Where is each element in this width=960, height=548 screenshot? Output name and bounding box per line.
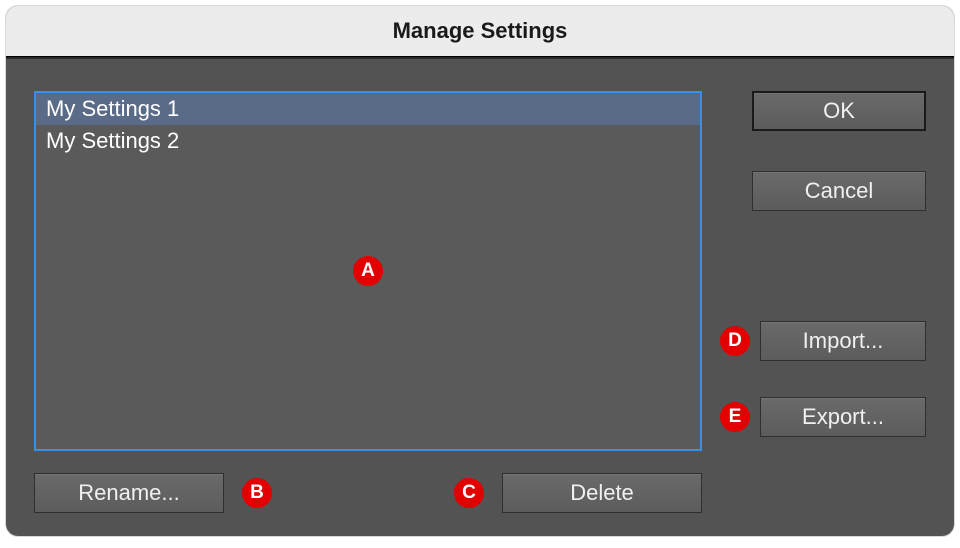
list-item[interactable]: My Settings 1 <box>36 93 700 125</box>
left-column: My Settings 1 My Settings 2 A Rename... … <box>34 91 702 513</box>
list-item[interactable]: My Settings 2 <box>36 125 700 157</box>
dialog-title: Manage Settings <box>6 6 954 57</box>
bottom-button-row: Rename... B C Delete <box>34 473 702 513</box>
rename-button[interactable]: Rename... <box>34 473 224 513</box>
dialog-body: My Settings 1 My Settings 2 A Rename... … <box>6 57 954 536</box>
annotation-badge-b: B <box>242 478 272 508</box>
settings-listbox[interactable]: My Settings 1 My Settings 2 A <box>34 91 702 451</box>
manage-settings-dialog: Manage Settings My Settings 1 My Setting… <box>6 6 954 536</box>
export-button[interactable]: Export... <box>760 397 926 437</box>
cancel-button[interactable]: Cancel <box>752 171 926 211</box>
right-column: OK Cancel D Import... E Export... <box>726 91 926 513</box>
delete-button[interactable]: Delete <box>502 473 702 513</box>
annotation-badge-c: C <box>454 478 484 508</box>
annotation-badge-a: A <box>353 256 383 286</box>
import-button[interactable]: Import... <box>760 321 926 361</box>
annotation-badge-d: D <box>720 326 750 356</box>
ok-button[interactable]: OK <box>752 91 926 131</box>
annotation-badge-e: E <box>720 402 750 432</box>
